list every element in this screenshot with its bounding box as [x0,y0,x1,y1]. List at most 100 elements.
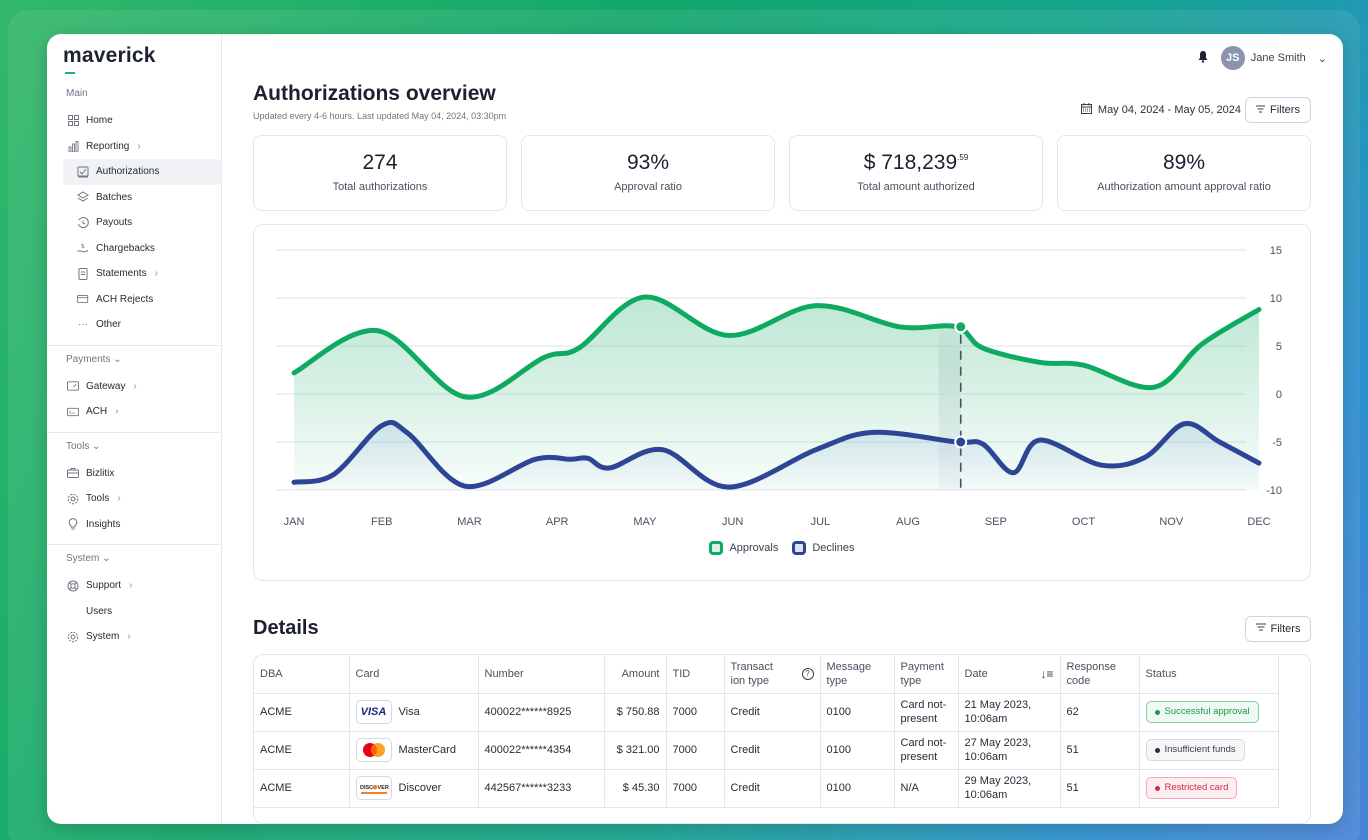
sidebar-item-gateway[interactable]: Gateway › [63,374,213,400]
table-row[interactable]: ACME MasterCard 400022******4354 $ 321.0… [254,731,1279,770]
date-range-picker[interactable]: May 04, 2024 - May 05, 2024 [1080,103,1241,117]
cell-amount: $ 45.30 [604,769,667,808]
y-tick-label: 10 [1270,293,1282,305]
cog-icon [67,493,79,505]
chevron-right-icon: › [154,268,158,280]
cell-payment-type: N/A [894,769,959,808]
cell-status: Successful approval [1139,693,1279,732]
cell-card: DISC VER Discover [349,769,479,808]
col-header-date[interactable]: Date ↓≡ [958,655,1061,694]
svg-text:$: $ [81,243,85,250]
cell-card: MasterCard [349,731,479,770]
sidebar-item-chargebacks[interactable]: $ Chargebacks [63,236,213,262]
cursor-point[interactable] [954,320,968,334]
cell-number: 400022******8925 [478,693,605,732]
sidebar-item-home[interactable]: Home [63,108,213,134]
help-circle-icon[interactable]: ? [801,667,814,680]
cell-dba: ACME [254,769,350,808]
ach-icon: $= [67,406,79,418]
details-filters-button[interactable]: Filters [1245,616,1311,642]
logo[interactable]: maverick [63,44,213,80]
sidebar-item-bizlitix[interactable]: Bizlitix [63,461,213,487]
svg-text:$=: $= [69,410,76,416]
legend-item-declines[interactable]: Declines [792,541,855,555]
user-name[interactable]: Jane Smith [1251,52,1306,64]
col-header-tid[interactable]: TID [666,655,725,694]
history-icon [77,216,89,229]
sidebar-item-label: System [86,631,120,643]
col-header-dba[interactable]: DBA [254,655,350,694]
sidebar-item-label: ACH Rejects [96,293,154,305]
bell-icon[interactable] [1197,50,1209,66]
sidebar-item-label: Bizlitix [86,467,115,479]
col-header-message-type[interactable]: Message type [820,655,895,694]
chevron-down-icon: ⌄ [102,553,111,564]
sidebar-item-system[interactable]: System › [63,624,213,650]
chevron-down-icon[interactable]: ⌄ [1318,52,1327,65]
y-tick-label: 0 [1276,389,1282,401]
col-header-card[interactable]: Card [349,655,479,694]
sidebar-item-insights[interactable]: Insights [63,512,213,538]
x-tick-label: APR [546,516,569,528]
topbar: JS Jane Smith ⌄ [1197,46,1327,70]
chart-card: 15 10 5 0 -5 -10 JAN FEB MAR APR MAY JUN JUL AUG SEP OC… [253,224,1311,581]
bar-chart-icon [67,140,79,152]
section-label-payments[interactable]: Payments ⌄ [66,354,213,368]
card-name: Visa [398,706,420,718]
sidebar-item-payouts[interactable]: Payouts [63,210,213,236]
chevron-right-icon: › [137,140,141,152]
sidebar-item-label: Home [86,115,113,127]
sidebar-item-tools[interactable]: Tools › [63,486,213,512]
sidebar-item-reporting[interactable]: Reporting › [63,134,213,160]
status-badge: Insufficient funds [1145,739,1245,761]
header-filters-button[interactable]: Filters [1245,97,1311,123]
col-header-payment-type[interactable]: Payment type [894,655,959,694]
table-row[interactable]: ACME VISA Visa 400022******8925 $ 750.88… [254,693,1279,732]
sidebar-item-ach-rejects[interactable]: ACH Rejects [63,287,213,313]
col-header-response-code[interactable]: Response code [1060,655,1140,694]
cursor-point[interactable] [954,435,968,449]
kpi-card-amount-approval-ratio: 89% Authorization amount approval ratio [1057,135,1311,211]
sidebar-item-label: ACH [86,406,108,418]
sort-descending-icon[interactable]: ↓≡ [1040,667,1053,681]
section-label-system[interactable]: System ⌄ [66,553,213,567]
kpi-card-total-amount: $ 718,239.59 Total amount authorized [789,135,1043,211]
status-badge: Successful approval [1145,701,1259,723]
sidebar-divider [47,431,221,433]
cell-date: 21 May 2023, 10:06am [958,693,1061,732]
sidebar-item-other[interactable]: ··· Other [63,312,213,338]
app-window: maverick Main Home Reporting › Authoriza… [47,34,1343,824]
details-table: DBA Card Number Amount TID Transact ion … [254,655,1279,808]
col-header-number[interactable]: Number [478,655,605,694]
authorizations-chart[interactable]: 15 10 5 0 -5 -10 JAN FEB MAR APR MAY JUN JUL AUG SEP OC… [254,225,1312,535]
status-dot [1154,709,1160,715]
legend-swatch [792,541,807,555]
x-tick-label: OCT [1072,516,1096,528]
table-header-row: DBA Card Number Amount TID Transact ion … [254,655,1279,694]
sidebar-item-batches[interactable]: Batches [63,185,213,211]
legend-item-approvals[interactable]: Approvals [709,541,778,555]
cell-tid: 7000 [666,693,725,732]
section-label-tools[interactable]: Tools ⌄ [66,441,213,455]
sidebar-item-label: Insights [86,518,121,530]
kpi-value: 274 [362,151,398,174]
avatar[interactable]: JS [1220,46,1245,70]
cell-transaction-type: Credit [724,693,821,732]
svg-text:DISC: DISC [360,785,373,791]
col-header-amount[interactable]: Amount [604,655,667,694]
card-name: Discover [398,782,442,794]
cell-transaction-type: Credit [724,731,821,770]
cell-response-code: 62 [1060,693,1140,732]
lightbulb-icon [67,518,79,530]
table-row[interactable]: ACME DISC VER Discover 442567******3233 $… [254,769,1279,808]
col-header-status[interactable]: Status [1139,655,1279,694]
sidebar-item-ach[interactable]: $= ACH › [63,399,213,425]
sidebar-item-authorizations[interactable]: Authorizations [63,159,221,185]
sidebar-item-label: Reporting [86,140,130,152]
sidebar-item-statements[interactable]: Statements › [63,261,213,287]
kpi-label: Authorization amount approval ratio [1097,181,1271,193]
sidebar-item-support[interactable]: Support › [63,573,213,599]
status-dot [1154,747,1160,753]
col-header-transaction-type[interactable]: Transact ion type ? [724,655,821,694]
sidebar-item-users[interactable]: Users [63,599,213,625]
